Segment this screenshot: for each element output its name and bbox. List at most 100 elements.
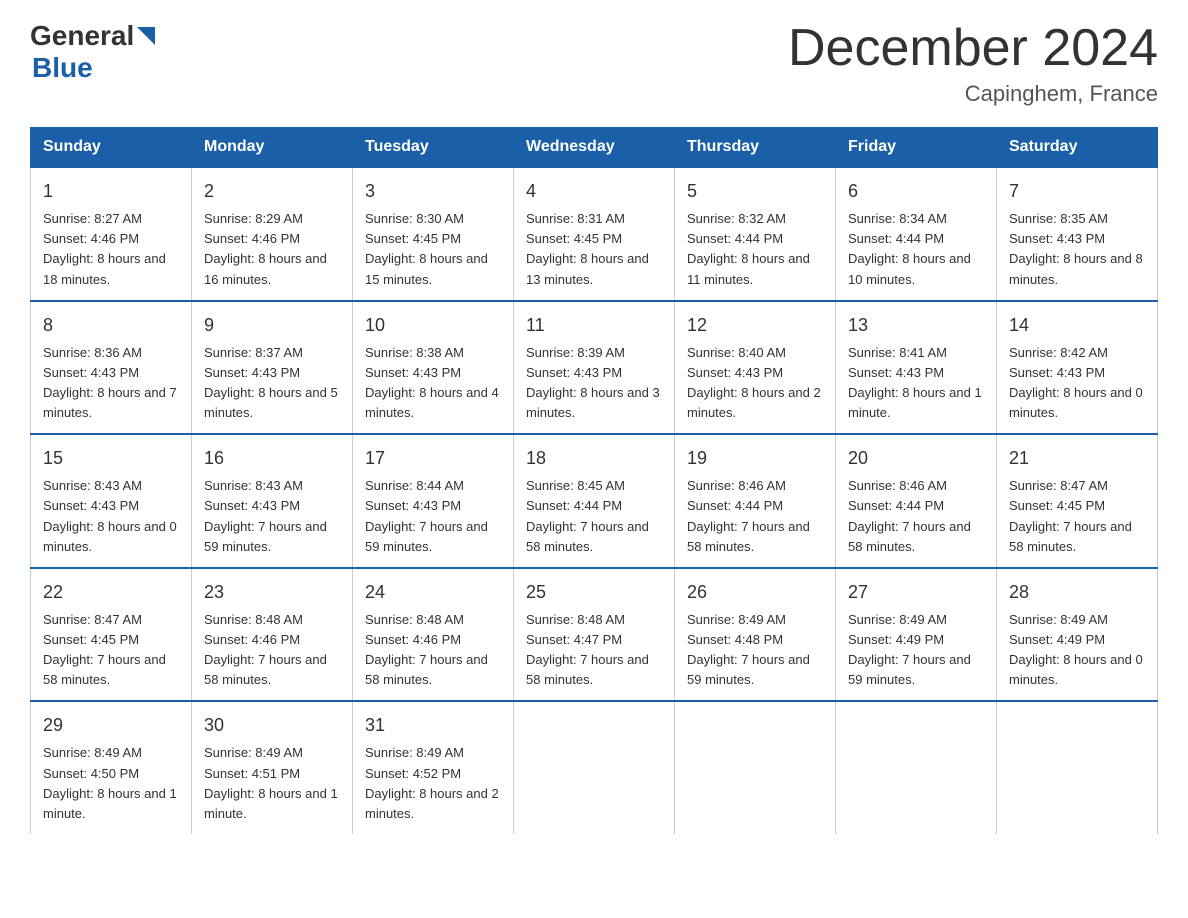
day-number: 29	[43, 712, 179, 739]
day-info: Sunrise: 8:48 AMSunset: 4:46 PMDaylight:…	[204, 612, 327, 687]
day-cell-11: 11 Sunrise: 8:39 AMSunset: 4:43 PMDaylig…	[514, 301, 675, 435]
day-info: Sunrise: 8:49 AMSunset: 4:48 PMDaylight:…	[687, 612, 810, 687]
week-row-3: 15 Sunrise: 8:43 AMSunset: 4:43 PMDaylig…	[31, 434, 1158, 568]
day-info: Sunrise: 8:46 AMSunset: 4:44 PMDaylight:…	[848, 478, 971, 553]
day-info: Sunrise: 8:36 AMSunset: 4:43 PMDaylight:…	[43, 345, 177, 420]
day-cell-17: 17 Sunrise: 8:44 AMSunset: 4:43 PMDaylig…	[353, 434, 514, 568]
day-number: 1	[43, 178, 179, 205]
day-cell-19: 19 Sunrise: 8:46 AMSunset: 4:44 PMDaylig…	[675, 434, 836, 568]
day-number: 31	[365, 712, 501, 739]
day-number: 20	[848, 445, 984, 472]
header-row: SundayMondayTuesdayWednesdayThursdayFrid…	[31, 128, 1158, 168]
day-number: 26	[687, 579, 823, 606]
week-row-4: 22 Sunrise: 8:47 AMSunset: 4:45 PMDaylig…	[31, 568, 1158, 702]
day-cell-12: 12 Sunrise: 8:40 AMSunset: 4:43 PMDaylig…	[675, 301, 836, 435]
day-number: 19	[687, 445, 823, 472]
day-cell-29: 29 Sunrise: 8:49 AMSunset: 4:50 PMDaylig…	[31, 701, 192, 834]
week-row-1: 1 Sunrise: 8:27 AMSunset: 4:46 PMDayligh…	[31, 167, 1158, 301]
day-number: 17	[365, 445, 501, 472]
day-number: 27	[848, 579, 984, 606]
day-number: 14	[1009, 312, 1145, 339]
month-title: December 2024	[788, 20, 1158, 77]
header-sunday: Sunday	[31, 128, 192, 168]
day-info: Sunrise: 8:46 AMSunset: 4:44 PMDaylight:…	[687, 478, 810, 553]
day-number: 16	[204, 445, 340, 472]
day-number: 11	[526, 312, 662, 339]
day-cell-24: 24 Sunrise: 8:48 AMSunset: 4:46 PMDaylig…	[353, 568, 514, 702]
day-number: 25	[526, 579, 662, 606]
day-cell-26: 26 Sunrise: 8:49 AMSunset: 4:48 PMDaylig…	[675, 568, 836, 702]
day-info: Sunrise: 8:49 AMSunset: 4:49 PMDaylight:…	[1009, 612, 1143, 687]
empty-cell-w4-d6	[997, 701, 1158, 834]
day-info: Sunrise: 8:49 AMSunset: 4:49 PMDaylight:…	[848, 612, 971, 687]
day-number: 12	[687, 312, 823, 339]
calendar-table: SundayMondayTuesdayWednesdayThursdayFrid…	[30, 127, 1158, 834]
page-header: General Blue December 2024 Capinghem, Fr…	[30, 20, 1158, 107]
day-info: Sunrise: 8:45 AMSunset: 4:44 PMDaylight:…	[526, 478, 649, 553]
day-number: 3	[365, 178, 501, 205]
day-cell-5: 5 Sunrise: 8:32 AMSunset: 4:44 PMDayligh…	[675, 167, 836, 301]
day-info: Sunrise: 8:39 AMSunset: 4:43 PMDaylight:…	[526, 345, 660, 420]
day-cell-16: 16 Sunrise: 8:43 AMSunset: 4:43 PMDaylig…	[192, 434, 353, 568]
day-info: Sunrise: 8:43 AMSunset: 4:43 PMDaylight:…	[43, 478, 177, 553]
day-cell-10: 10 Sunrise: 8:38 AMSunset: 4:43 PMDaylig…	[353, 301, 514, 435]
header-thursday: Thursday	[675, 128, 836, 168]
day-cell-18: 18 Sunrise: 8:45 AMSunset: 4:44 PMDaylig…	[514, 434, 675, 568]
header-wednesday: Wednesday	[514, 128, 675, 168]
day-number: 5	[687, 178, 823, 205]
header-tuesday: Tuesday	[353, 128, 514, 168]
day-info: Sunrise: 8:44 AMSunset: 4:43 PMDaylight:…	[365, 478, 488, 553]
day-cell-15: 15 Sunrise: 8:43 AMSunset: 4:43 PMDaylig…	[31, 434, 192, 568]
day-cell-30: 30 Sunrise: 8:49 AMSunset: 4:51 PMDaylig…	[192, 701, 353, 834]
day-cell-14: 14 Sunrise: 8:42 AMSunset: 4:43 PMDaylig…	[997, 301, 1158, 435]
day-cell-13: 13 Sunrise: 8:41 AMSunset: 4:43 PMDaylig…	[836, 301, 997, 435]
day-info: Sunrise: 8:48 AMSunset: 4:47 PMDaylight:…	[526, 612, 649, 687]
logo-blue-text: Blue	[32, 52, 93, 84]
day-number: 10	[365, 312, 501, 339]
header-friday: Friday	[836, 128, 997, 168]
day-info: Sunrise: 8:47 AMSunset: 4:45 PMDaylight:…	[1009, 478, 1132, 553]
day-number: 9	[204, 312, 340, 339]
day-info: Sunrise: 8:42 AMSunset: 4:43 PMDaylight:…	[1009, 345, 1143, 420]
day-info: Sunrise: 8:30 AMSunset: 4:45 PMDaylight:…	[365, 211, 488, 286]
week-row-5: 29 Sunrise: 8:49 AMSunset: 4:50 PMDaylig…	[31, 701, 1158, 834]
day-cell-31: 31 Sunrise: 8:49 AMSunset: 4:52 PMDaylig…	[353, 701, 514, 834]
empty-cell-w4-d4	[675, 701, 836, 834]
day-number: 21	[1009, 445, 1145, 472]
day-number: 4	[526, 178, 662, 205]
day-info: Sunrise: 8:41 AMSunset: 4:43 PMDaylight:…	[848, 345, 982, 420]
day-info: Sunrise: 8:47 AMSunset: 4:45 PMDaylight:…	[43, 612, 166, 687]
logo: General Blue	[30, 20, 157, 84]
day-info: Sunrise: 8:38 AMSunset: 4:43 PMDaylight:…	[365, 345, 499, 420]
day-number: 6	[848, 178, 984, 205]
logo-icon	[135, 25, 157, 47]
day-cell-1: 1 Sunrise: 8:27 AMSunset: 4:46 PMDayligh…	[31, 167, 192, 301]
day-cell-25: 25 Sunrise: 8:48 AMSunset: 4:47 PMDaylig…	[514, 568, 675, 702]
title-section: December 2024 Capinghem, France	[788, 20, 1158, 107]
day-cell-20: 20 Sunrise: 8:46 AMSunset: 4:44 PMDaylig…	[836, 434, 997, 568]
day-info: Sunrise: 8:27 AMSunset: 4:46 PMDaylight:…	[43, 211, 166, 286]
day-number: 13	[848, 312, 984, 339]
day-number: 23	[204, 579, 340, 606]
logo-general-text: General	[30, 20, 134, 52]
day-number: 15	[43, 445, 179, 472]
day-number: 28	[1009, 579, 1145, 606]
day-cell-7: 7 Sunrise: 8:35 AMSunset: 4:43 PMDayligh…	[997, 167, 1158, 301]
header-monday: Monday	[192, 128, 353, 168]
day-number: 8	[43, 312, 179, 339]
day-info: Sunrise: 8:40 AMSunset: 4:43 PMDaylight:…	[687, 345, 821, 420]
day-number: 18	[526, 445, 662, 472]
day-number: 30	[204, 712, 340, 739]
day-cell-2: 2 Sunrise: 8:29 AMSunset: 4:46 PMDayligh…	[192, 167, 353, 301]
day-cell-6: 6 Sunrise: 8:34 AMSunset: 4:44 PMDayligh…	[836, 167, 997, 301]
day-number: 7	[1009, 178, 1145, 205]
header-saturday: Saturday	[997, 128, 1158, 168]
day-cell-27: 27 Sunrise: 8:49 AMSunset: 4:49 PMDaylig…	[836, 568, 997, 702]
location: Capinghem, France	[788, 81, 1158, 107]
day-info: Sunrise: 8:37 AMSunset: 4:43 PMDaylight:…	[204, 345, 338, 420]
day-cell-23: 23 Sunrise: 8:48 AMSunset: 4:46 PMDaylig…	[192, 568, 353, 702]
day-info: Sunrise: 8:48 AMSunset: 4:46 PMDaylight:…	[365, 612, 488, 687]
day-cell-8: 8 Sunrise: 8:36 AMSunset: 4:43 PMDayligh…	[31, 301, 192, 435]
day-cell-4: 4 Sunrise: 8:31 AMSunset: 4:45 PMDayligh…	[514, 167, 675, 301]
day-info: Sunrise: 8:31 AMSunset: 4:45 PMDaylight:…	[526, 211, 649, 286]
